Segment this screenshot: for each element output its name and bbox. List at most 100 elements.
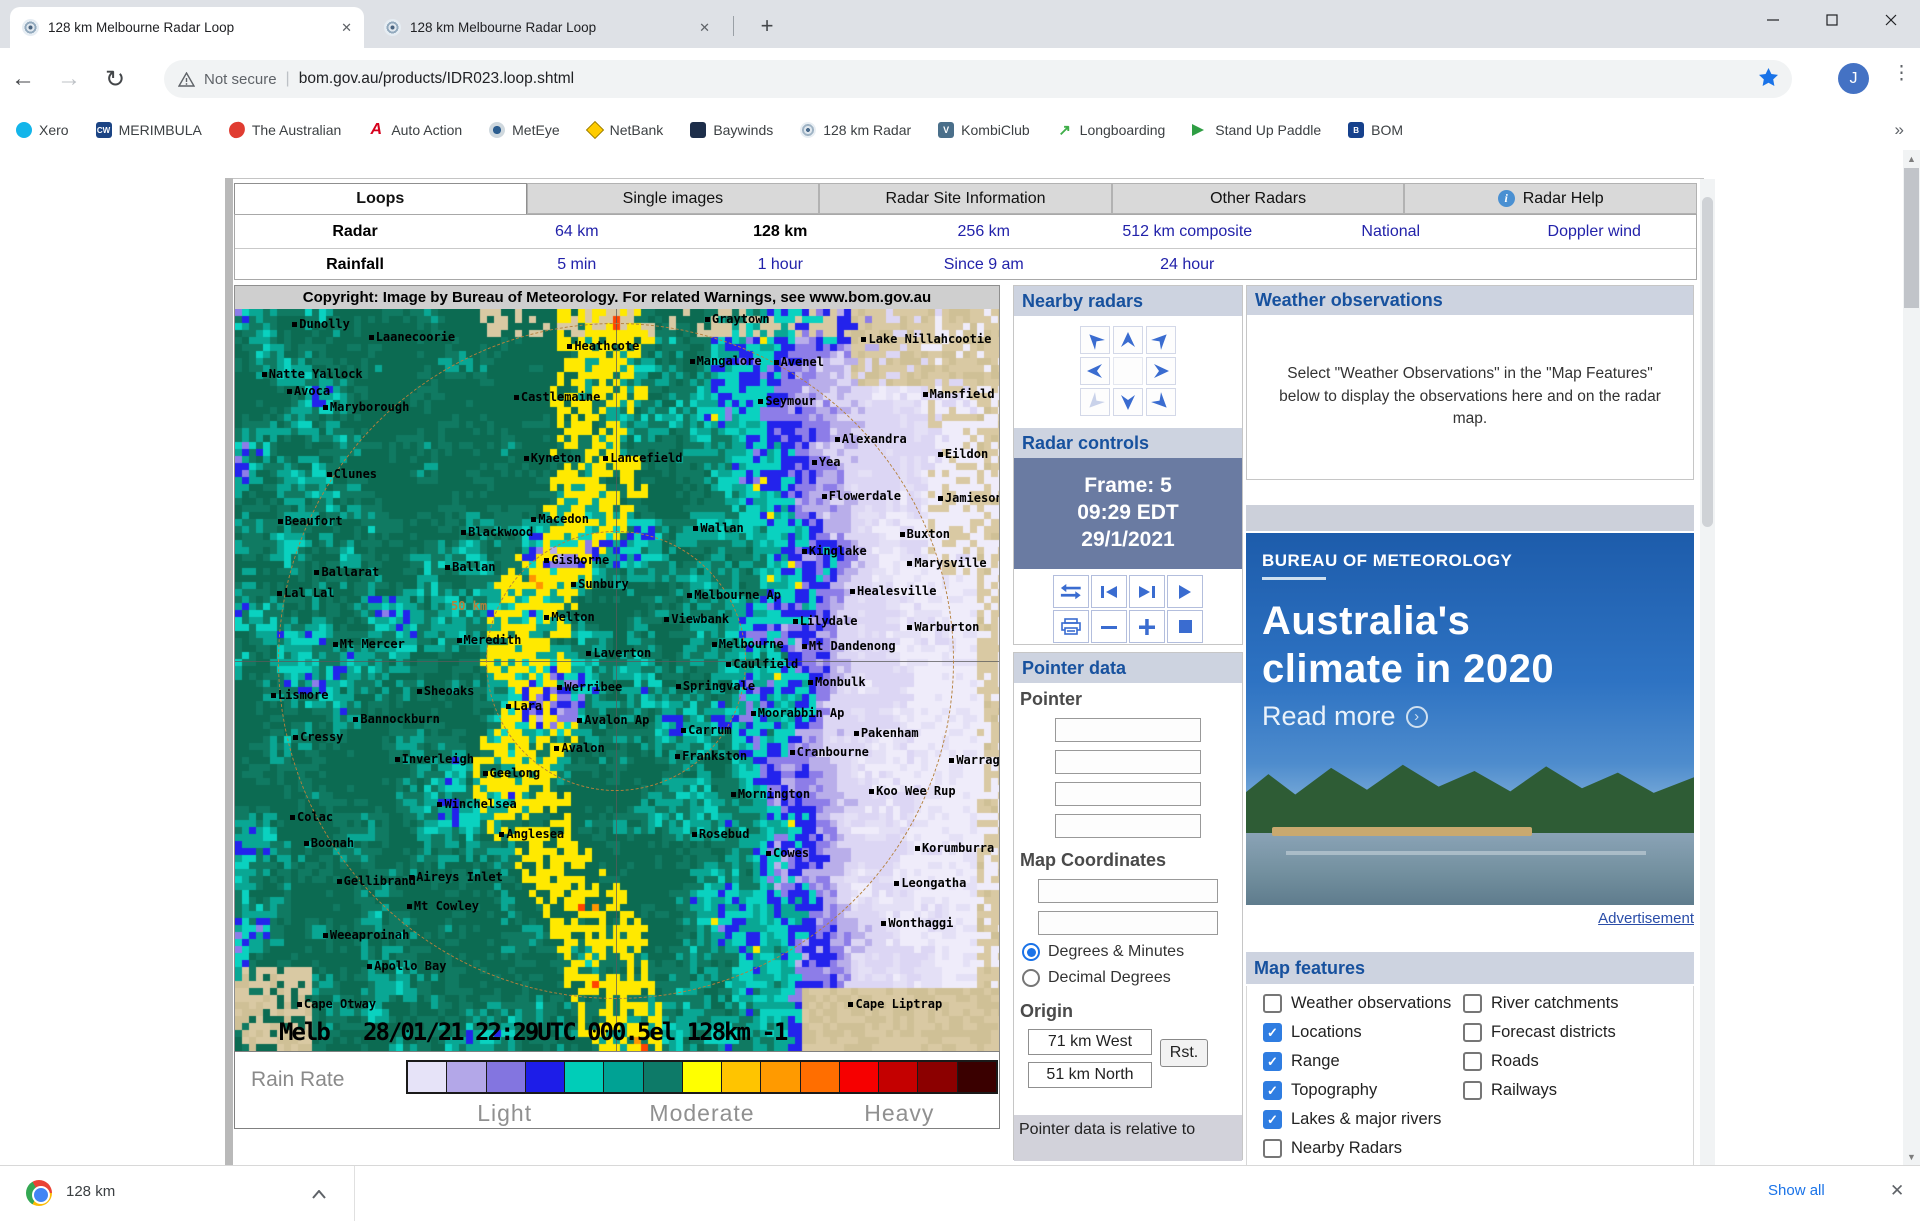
skip-end-icon[interactable] bbox=[1129, 575, 1165, 608]
bookmark-item[interactable]: CWMERIMBULA bbox=[96, 122, 202, 138]
ad-read-more-link[interactable]: Read more › bbox=[1262, 701, 1428, 732]
browser-tab-inactive[interactable]: 128 km Melbourne Radar Loop ✕ bbox=[372, 7, 722, 48]
advertisement-link[interactable]: Advertisement bbox=[1246, 910, 1694, 927]
radar-map[interactable]: 50 km DunollyLaanecoorieHeathcoteGraytow… bbox=[234, 309, 1000, 1051]
bookmark-item[interactable]: Baywinds bbox=[690, 122, 773, 138]
arrow-s-icon[interactable] bbox=[1113, 388, 1143, 416]
checkbox-icon[interactable] bbox=[1263, 1139, 1282, 1158]
map-feature-topography[interactable]: ✓Topography bbox=[1263, 1081, 1451, 1100]
print-icon[interactable] bbox=[1053, 610, 1089, 643]
arrow-n-icon[interactable] bbox=[1113, 326, 1143, 354]
stop-icon[interactable] bbox=[1167, 610, 1203, 643]
browser-menu-icon[interactable]: ⋮ bbox=[1892, 62, 1911, 85]
origin-west-field[interactable] bbox=[1028, 1029, 1152, 1055]
map-coord-field-2[interactable] bbox=[1038, 911, 1218, 935]
checkbox-icon[interactable]: ✓ bbox=[1263, 1052, 1282, 1071]
map-feature-railways[interactable]: Railways bbox=[1463, 1081, 1618, 1100]
maximize-button[interactable] bbox=[1802, 0, 1861, 40]
bom-advertisement[interactable]: BUREAU OF METEOROLOGY Australia's climat… bbox=[1246, 533, 1694, 905]
bookmark-item[interactable]: 128 km Radar bbox=[800, 122, 911, 138]
checkbox-icon[interactable] bbox=[1463, 1052, 1482, 1071]
bookmark-item[interactable]: VKombiClub bbox=[938, 122, 1029, 138]
browser-tab-active[interactable]: 128 km Melbourne Radar Loop ✕ bbox=[10, 7, 364, 48]
checkbox-icon[interactable] bbox=[1463, 1081, 1482, 1100]
back-icon[interactable]: ← bbox=[0, 65, 46, 93]
checkbox-icon[interactable] bbox=[1263, 994, 1282, 1013]
forward-icon[interactable]: → bbox=[46, 65, 92, 93]
map-feature-weather-observations[interactable]: Weather observations bbox=[1263, 994, 1451, 1013]
download-chevron-up-icon[interactable] bbox=[312, 1186, 326, 1204]
tab-close-icon[interactable]: ✕ bbox=[699, 20, 710, 36]
radio-degrees-minutes[interactable]: Degrees & Minutes bbox=[1022, 943, 1242, 961]
bookmark-item[interactable]: AAuto Action bbox=[368, 122, 462, 138]
nav-tab-single-images[interactable]: Single images bbox=[527, 183, 820, 214]
address-bar[interactable]: Not secure | bom.gov.au/products/IDR023.… bbox=[164, 60, 1792, 98]
link-256-km[interactable]: 256 km bbox=[958, 223, 1010, 240]
bookmark-item[interactable]: The Australian bbox=[229, 122, 342, 138]
map-feature-range[interactable]: ✓Range bbox=[1263, 1052, 1451, 1071]
inner-frame-scrollbar[interactable] bbox=[1700, 179, 1715, 1165]
link-doppler-wind[interactable]: Doppler wind bbox=[1548, 223, 1641, 240]
bookmark-item[interactable]: BBOM bbox=[1348, 122, 1403, 138]
link-national[interactable]: National bbox=[1361, 223, 1420, 240]
loop-toggle-icon[interactable] bbox=[1053, 575, 1089, 608]
download-bar-close-icon[interactable]: ✕ bbox=[1890, 1181, 1904, 1201]
tab-close-icon[interactable]: ✕ bbox=[341, 20, 352, 36]
origin-reset-button[interactable]: Rst. bbox=[1160, 1039, 1208, 1067]
arrow-ne-icon[interactable] bbox=[1146, 326, 1176, 354]
pointer-field-2[interactable] bbox=[1055, 750, 1201, 774]
checkbox-icon[interactable]: ✓ bbox=[1263, 1110, 1282, 1129]
nav-tab-radar-site-information[interactable]: Radar Site Information bbox=[819, 183, 1112, 214]
pointer-field-4[interactable] bbox=[1055, 814, 1201, 838]
minimize-button[interactable] bbox=[1743, 0, 1802, 40]
checkbox-icon[interactable] bbox=[1463, 1023, 1482, 1042]
radio-decimal-degrees[interactable]: Decimal Degrees bbox=[1022, 969, 1242, 987]
radio-button-icon[interactable] bbox=[1022, 943, 1040, 961]
map-feature-nearby-radars[interactable]: Nearby Radars bbox=[1263, 1139, 1451, 1158]
map-feature-forecast-districts[interactable]: Forecast districts bbox=[1463, 1023, 1618, 1042]
arrow-nw-icon[interactable] bbox=[1080, 326, 1110, 354]
profile-avatar[interactable]: J bbox=[1838, 63, 1869, 94]
play-icon[interactable] bbox=[1167, 575, 1203, 608]
arrow-e-icon[interactable] bbox=[1146, 357, 1176, 385]
page-scrollbar[interactable]: ▲ ▼ bbox=[1903, 150, 1920, 1165]
scroll-up-icon[interactable]: ▲ bbox=[1903, 150, 1920, 167]
bookmarks-overflow-icon[interactable]: » bbox=[1895, 120, 1904, 140]
close-button[interactable] bbox=[1861, 0, 1920, 40]
checkbox-icon[interactable]: ✓ bbox=[1263, 1023, 1282, 1042]
map-feature-lakes-major-rivers[interactable]: ✓Lakes & major rivers bbox=[1263, 1110, 1451, 1129]
link-1-hour[interactable]: 1 hour bbox=[758, 256, 803, 273]
pointer-field-1[interactable] bbox=[1055, 718, 1201, 742]
bookmark-item[interactable]: Stand Up Paddle bbox=[1192, 122, 1321, 138]
arrow-se-icon[interactable] bbox=[1146, 388, 1176, 416]
map-feature-locations[interactable]: ✓Locations bbox=[1263, 1023, 1451, 1042]
link-5-min[interactable]: 5 min bbox=[557, 256, 596, 273]
bookmark-item[interactable]: ↗Longboarding bbox=[1057, 122, 1166, 138]
checkbox-icon[interactable]: ✓ bbox=[1263, 1081, 1282, 1100]
bookmark-item[interactable]: Xero bbox=[16, 122, 69, 138]
nav-tab-other-radars[interactable]: Other Radars bbox=[1112, 183, 1405, 214]
new-tab-button[interactable]: + bbox=[752, 12, 782, 42]
map-feature-roads[interactable]: Roads bbox=[1463, 1052, 1618, 1071]
pointer-field-3[interactable] bbox=[1055, 782, 1201, 806]
bookmark-item[interactable]: NetBank bbox=[587, 122, 664, 138]
bookmark-item[interactable]: MetEye bbox=[489, 122, 559, 138]
link-512-km-composite[interactable]: 512 km composite bbox=[1122, 223, 1252, 240]
scroll-down-icon[interactable]: ▼ bbox=[1903, 1148, 1920, 1165]
origin-north-field[interactable] bbox=[1028, 1062, 1152, 1088]
speed-up-icon[interactable] bbox=[1129, 610, 1165, 643]
map-coord-field-1[interactable] bbox=[1038, 879, 1218, 903]
scrollbar-thumb[interactable] bbox=[1904, 168, 1919, 308]
arrow-w-icon[interactable] bbox=[1080, 357, 1110, 385]
nav-tab-loops[interactable]: Loops bbox=[234, 183, 527, 214]
show-all-button[interactable]: Show all bbox=[1768, 1182, 1825, 1199]
radio-button-icon[interactable] bbox=[1022, 969, 1040, 987]
speed-down-icon[interactable] bbox=[1091, 610, 1127, 643]
download-filename[interactable]: 128 km bbox=[66, 1183, 115, 1200]
checkbox-icon[interactable] bbox=[1463, 994, 1482, 1013]
skip-start-icon[interactable] bbox=[1091, 575, 1127, 608]
link-since-9-am[interactable]: Since 9 am bbox=[944, 256, 1024, 273]
arrow-sw-icon[interactable] bbox=[1080, 388, 1110, 416]
link-64-km[interactable]: 64 km bbox=[555, 223, 599, 240]
nav-tab-radar-help[interactable]: iRadar Help bbox=[1404, 183, 1697, 214]
